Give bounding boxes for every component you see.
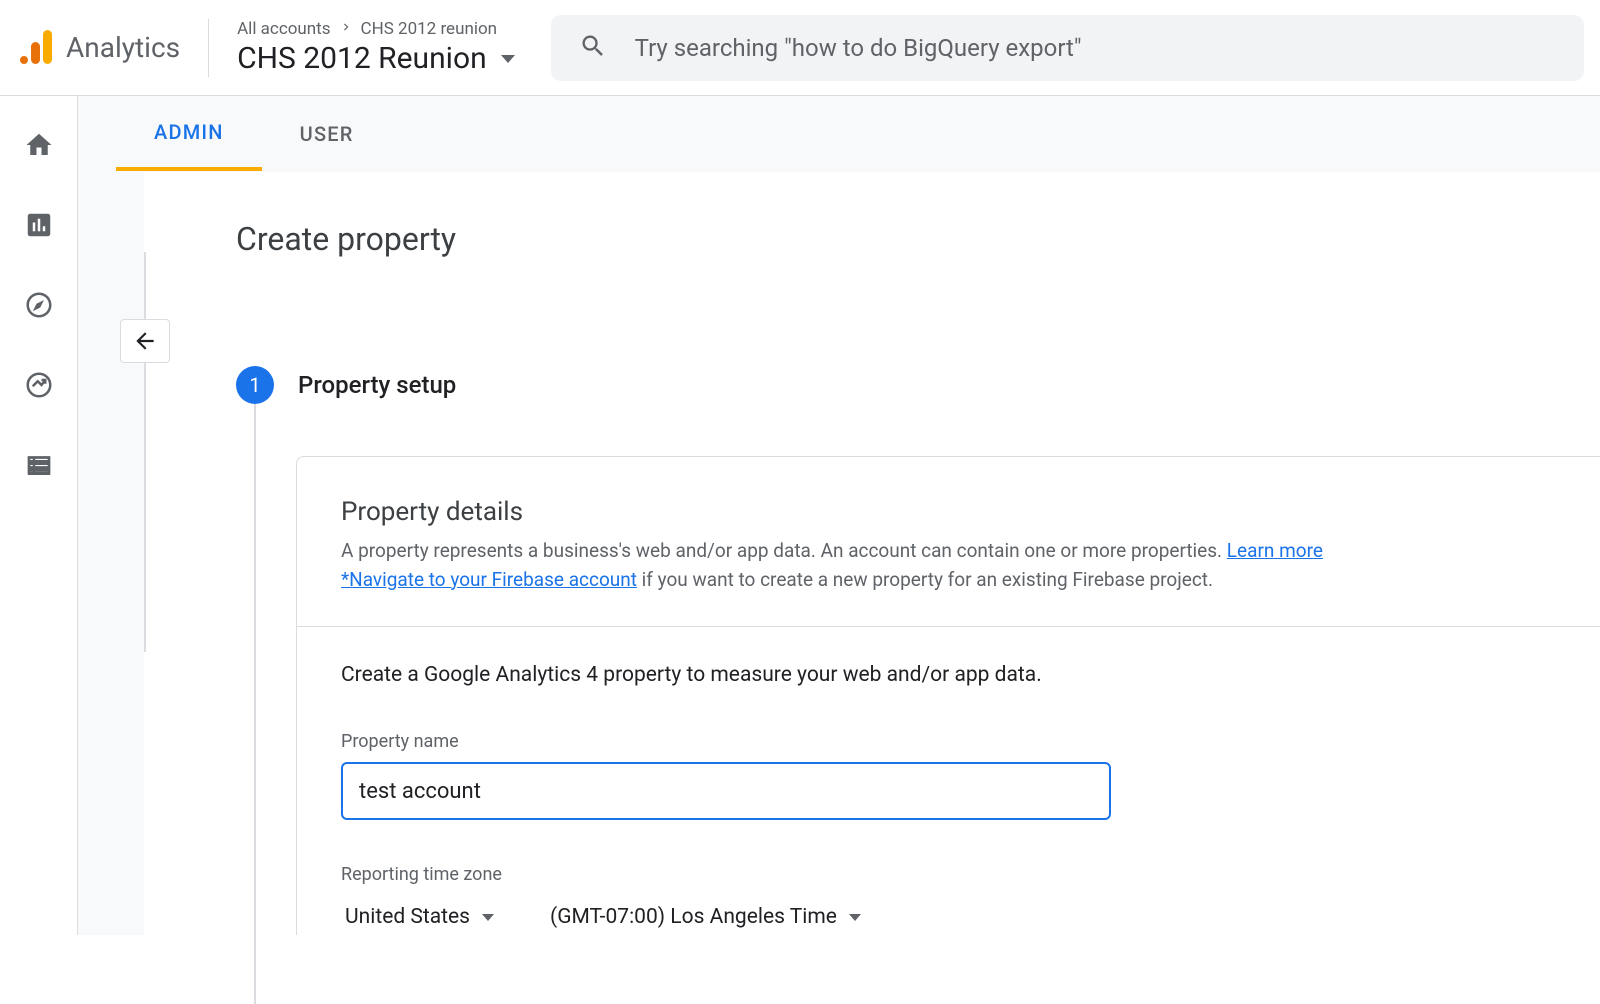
step-header: 1 Property setup xyxy=(236,366,1600,404)
step-number-badge: 1 xyxy=(236,366,274,404)
app-name: Analytics xyxy=(66,31,180,64)
caret-down-icon xyxy=(482,914,494,921)
reports-icon[interactable] xyxy=(24,210,54,240)
search-icon xyxy=(579,32,607,64)
timezone-label: Reporting time zone xyxy=(341,864,1556,885)
property-name-input[interactable] xyxy=(341,762,1111,820)
breadcrumb-root[interactable]: All accounts xyxy=(237,19,330,39)
desc-text-2: if you want to create a new property for… xyxy=(637,568,1213,591)
timezone-row: United States (GMT-07:00) Los Angeles Ti… xyxy=(341,899,1556,935)
configure-icon[interactable] xyxy=(24,450,54,480)
learn-more-link[interactable]: Learn more xyxy=(1227,539,1323,562)
advertising-icon[interactable] xyxy=(24,370,54,400)
caret-down-icon xyxy=(849,914,861,921)
timezone-select[interactable]: (GMT-07:00) Los Angeles Time xyxy=(546,899,865,935)
desc-text-1: A property represents a business's web a… xyxy=(341,539,1227,562)
firebase-link[interactable]: *Navigate to your Firebase account xyxy=(341,568,637,591)
tab-admin[interactable]: ADMIN xyxy=(116,96,262,171)
timezone-value: (GMT-07:00) Los Angeles Time xyxy=(550,905,837,929)
property-details-card: Property details A property represents a… xyxy=(296,456,1600,935)
page-title: Create property xyxy=(236,172,1600,258)
search-bar[interactable] xyxy=(551,15,1584,81)
property-dropdown[interactable]: CHS 2012 Reunion xyxy=(237,41,515,76)
property-title: CHS 2012 Reunion xyxy=(237,41,487,76)
breadcrumb-property[interactable]: CHS 2012 reunion xyxy=(361,19,498,39)
account-selector[interactable]: All accounts CHS 2012 reunion CHS 2012 R… xyxy=(209,19,515,76)
search-input[interactable] xyxy=(635,34,1556,62)
back-button[interactable] xyxy=(120,319,170,363)
divider xyxy=(297,626,1600,627)
country-value: United States xyxy=(345,905,470,929)
country-select[interactable]: United States xyxy=(341,899,498,935)
property-name-label: Property name xyxy=(341,731,1556,752)
chevron-right-icon xyxy=(339,19,353,39)
analytics-logo-icon xyxy=(16,28,56,68)
breadcrumb: All accounts CHS 2012 reunion xyxy=(237,19,515,39)
left-nav-rail xyxy=(0,96,78,935)
admin-tabs: ADMIN USER xyxy=(78,96,1600,171)
tab-user[interactable]: USER xyxy=(262,96,392,171)
ga4-instruction: Create a Google Analytics 4 property to … xyxy=(341,663,1556,687)
stepper-substep-line xyxy=(254,404,256,1004)
logo-section: Analytics xyxy=(16,19,209,77)
explore-icon[interactable] xyxy=(24,290,54,320)
home-icon[interactable] xyxy=(24,130,54,160)
property-details-desc: A property represents a business's web a… xyxy=(341,537,1556,594)
content-panel: Create property 1 Property setup Propert… xyxy=(144,171,1600,935)
step-label: Property setup xyxy=(298,371,456,399)
stepper-line xyxy=(144,252,146,652)
main-content: ADMIN USER Create property 1 Property se… xyxy=(78,96,1600,935)
caret-down-icon xyxy=(501,55,515,63)
property-details-title: Property details xyxy=(341,497,1556,527)
app-header: Analytics All accounts CHS 2012 reunion … xyxy=(0,0,1600,96)
